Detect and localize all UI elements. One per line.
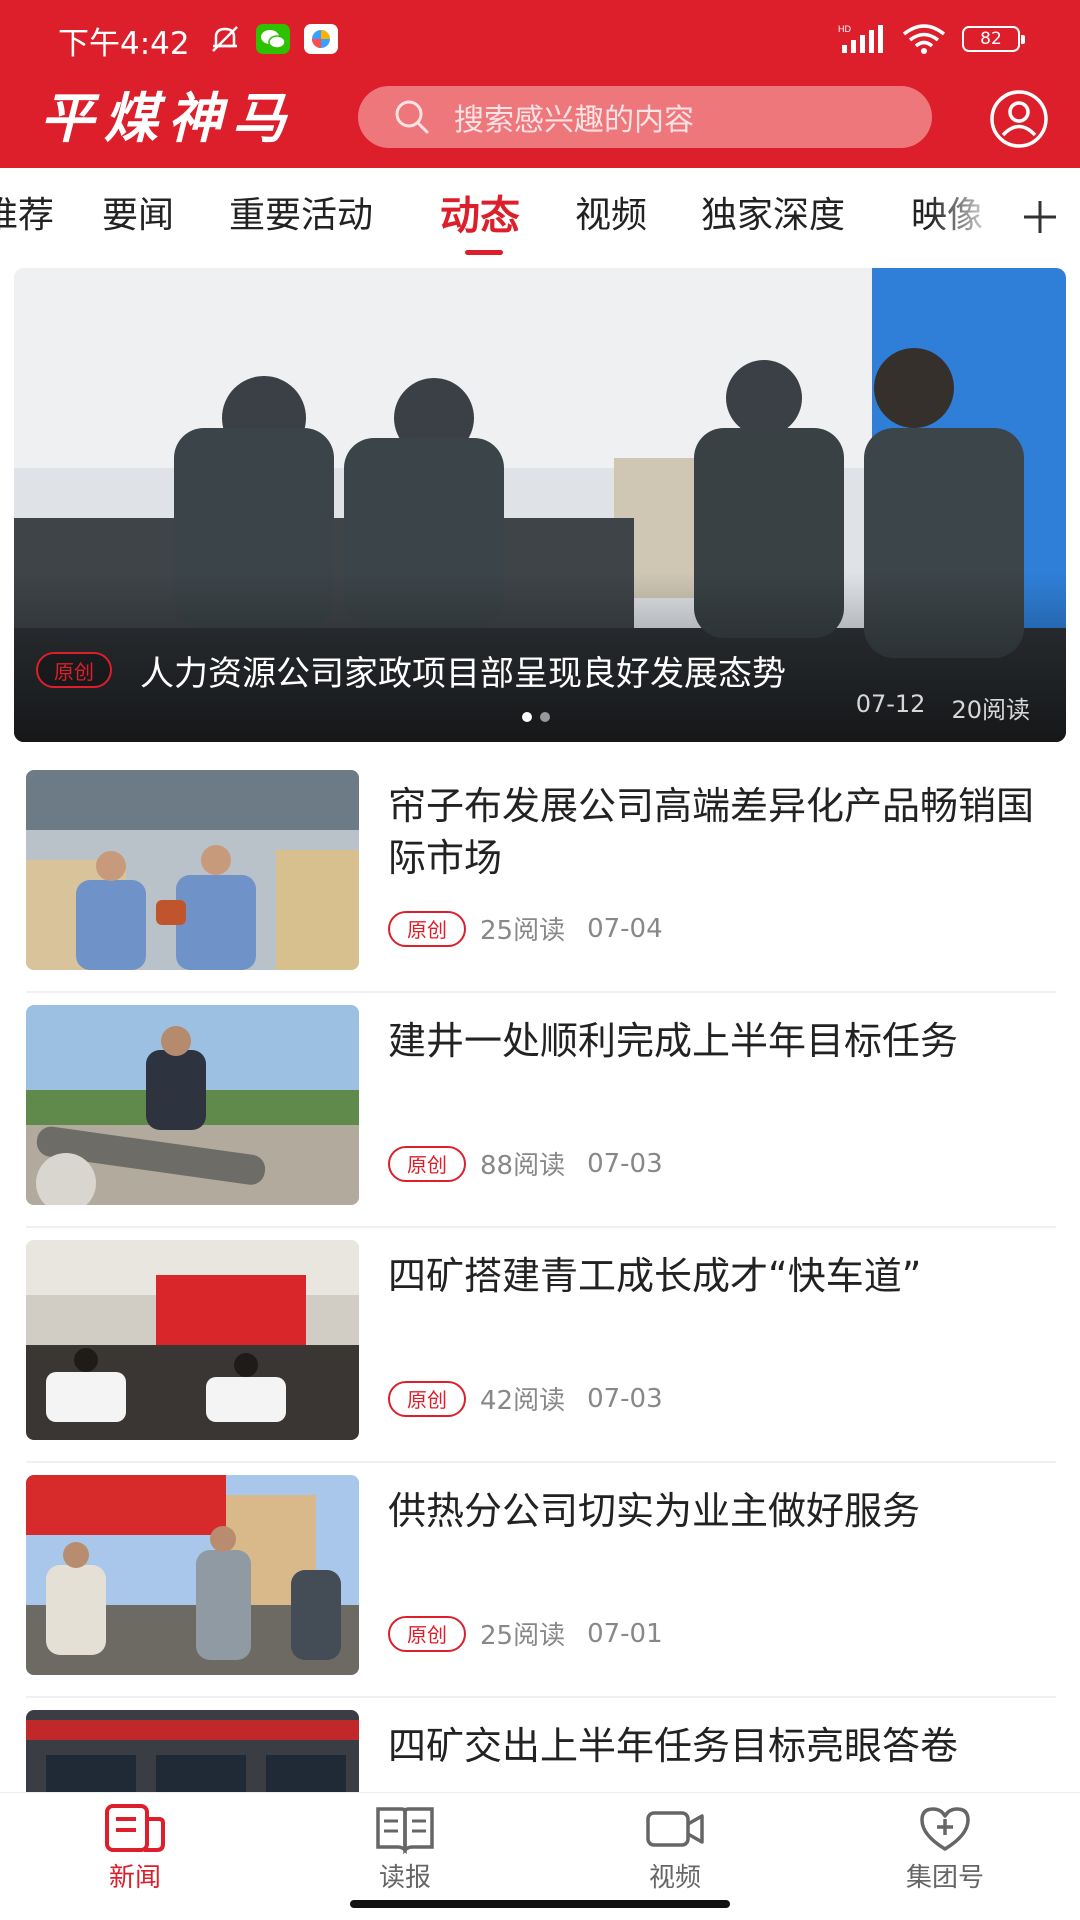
- video-camera-icon: [646, 1811, 704, 1847]
- article-item[interactable]: 四矿搭建青工成长成才“快车道” 原创 42阅读 07-03: [26, 1228, 1056, 1463]
- carousel-dots: [522, 712, 550, 722]
- status-time: 下午4:42: [58, 26, 190, 62]
- user-icon[interactable]: [988, 88, 1050, 150]
- nav-newspaper[interactable]: 读报: [325, 1803, 485, 1894]
- article-title: 建井一处顺利完成上半年目标任务: [388, 1019, 959, 1063]
- active-tab-indicator: [465, 250, 503, 255]
- article-date: 07-01: [587, 1618, 663, 1649]
- app-header: 下午4:42 HD 82 平煤神马 搜索感兴趣的内容: [0, 0, 1080, 168]
- article-item[interactable]: 帘子布发展公司高端差异化产品畅销国际市场 原创 25阅读 07-04: [26, 758, 1056, 993]
- nav-video[interactable]: 视频: [595, 1803, 755, 1894]
- article-meta: 原创 25阅读 07-01: [388, 1615, 663, 1652]
- nav-label: 集团号: [905, 1863, 984, 1893]
- article-title: 四矿交出上半年任务目标亮眼答卷: [388, 1724, 959, 1768]
- nav-label: 读报: [378, 1863, 431, 1893]
- tab-video[interactable]: 视频: [575, 186, 647, 238]
- battery-icon: 82: [962, 26, 1025, 52]
- tab-news-dynamic[interactable]: 动态: [440, 183, 520, 241]
- article-thumbnail: [26, 1475, 359, 1675]
- original-badge: 原创: [388, 1145, 466, 1182]
- channel-tabs: 推荐 要闻 重要活动 动态 视频 独家深度 映像: [0, 168, 1080, 266]
- article-title: 四矿搭建青工成长成才“快车道”: [388, 1254, 922, 1298]
- search-bar[interactable]: 搜索感兴趣的内容: [358, 86, 932, 148]
- banner-meta: 07-12 20阅读: [856, 690, 1030, 725]
- read-count: 88阅读: [480, 1151, 566, 1181]
- article-meta: 原创 42阅读 07-03: [388, 1380, 663, 1417]
- app-icon: [304, 24, 338, 54]
- carousel-dot[interactable]: [540, 712, 550, 722]
- tab-exclusive-depth[interactable]: 独家深度: [701, 186, 845, 238]
- carousel-dot-active[interactable]: [522, 712, 532, 722]
- read-count: 25阅读: [480, 1621, 566, 1651]
- article-title: 帘子布发展公司高端差异化产品畅销国际市场: [388, 784, 1035, 880]
- article-thumbnail: [26, 1710, 359, 1792]
- newspaper-book-icon: [376, 1807, 434, 1855]
- banner-reads: 20阅读: [951, 696, 1030, 724]
- tabs-fade: [930, 168, 1000, 266]
- news-icon: [105, 1804, 165, 1852]
- tab-recommend[interactable]: 推荐: [0, 186, 54, 238]
- tab-key-events[interactable]: 重要活动: [229, 186, 373, 238]
- tab-headlines[interactable]: 要闻: [102, 186, 174, 238]
- read-count: 42阅读: [480, 1386, 566, 1416]
- banner-title: 人力资源公司家政项目部呈现良好发展态势: [140, 654, 786, 694]
- wechat-icon: [256, 24, 290, 54]
- original-badge: 原创: [36, 652, 112, 688]
- app-logo: 平煤神马: [40, 86, 296, 150]
- mute-bell-icon: [212, 26, 238, 52]
- home-indicator[interactable]: [350, 1900, 730, 1908]
- heart-plus-icon: [920, 1807, 970, 1851]
- svg-text:HD: HD: [838, 24, 851, 34]
- hd-signal-icon: HD: [838, 24, 883, 53]
- nav-news[interactable]: 新闻: [55, 1803, 215, 1894]
- article-thumbnail: [26, 770, 359, 970]
- article-thumbnail: [26, 1240, 359, 1440]
- search-icon: [395, 100, 429, 134]
- read-count: 25阅读: [480, 916, 566, 946]
- plus-icon: [1024, 201, 1056, 233]
- status-right: HD 82: [838, 22, 1025, 56]
- original-badge: 原创: [388, 1380, 466, 1417]
- featured-banner[interactable]: 原创 人力资源公司家政项目部呈现良好发展态势 07-12 20阅读: [14, 268, 1066, 742]
- original-badge: 原创: [388, 910, 466, 947]
- article-item[interactable]: 供热分公司切实为业主做好服务 原创 25阅读 07-01: [26, 1463, 1056, 1698]
- search-placeholder: 搜索感兴趣的内容: [454, 103, 694, 138]
- article-date: 07-03: [587, 1383, 663, 1414]
- article-date: 07-04: [587, 913, 663, 944]
- wifi-icon: [902, 24, 946, 54]
- article-thumbnail: [26, 1005, 359, 1205]
- nav-label: 视频: [648, 1863, 701, 1893]
- battery-level: 82: [980, 29, 1002, 49]
- add-channel-button[interactable]: [1000, 168, 1080, 266]
- article-title: 供热分公司切实为业主做好服务: [388, 1489, 921, 1533]
- article-item[interactable]: 建井一处顺利完成上半年目标任务 原创 88阅读 07-03: [26, 993, 1056, 1228]
- article-date: 07-03: [587, 1148, 663, 1179]
- nav-group-account[interactable]: 集团号: [865, 1803, 1025, 1894]
- nav-label: 新闻: [108, 1863, 161, 1893]
- status-bar: 下午4:42 HD 82: [0, 0, 1080, 80]
- article-meta: 原创 88阅读 07-03: [388, 1145, 663, 1182]
- original-badge: 原创: [388, 1615, 466, 1652]
- article-item[interactable]: 四矿交出上半年任务目标亮眼答卷: [26, 1698, 1056, 1792]
- article-meta: 原创 25阅读 07-04: [388, 910, 663, 947]
- article-list: 帘子布发展公司高端差异化产品畅销国际市场 原创 25阅读 07-04 建井一处顺…: [0, 758, 1080, 1792]
- banner-date: 07-12: [855, 690, 926, 718]
